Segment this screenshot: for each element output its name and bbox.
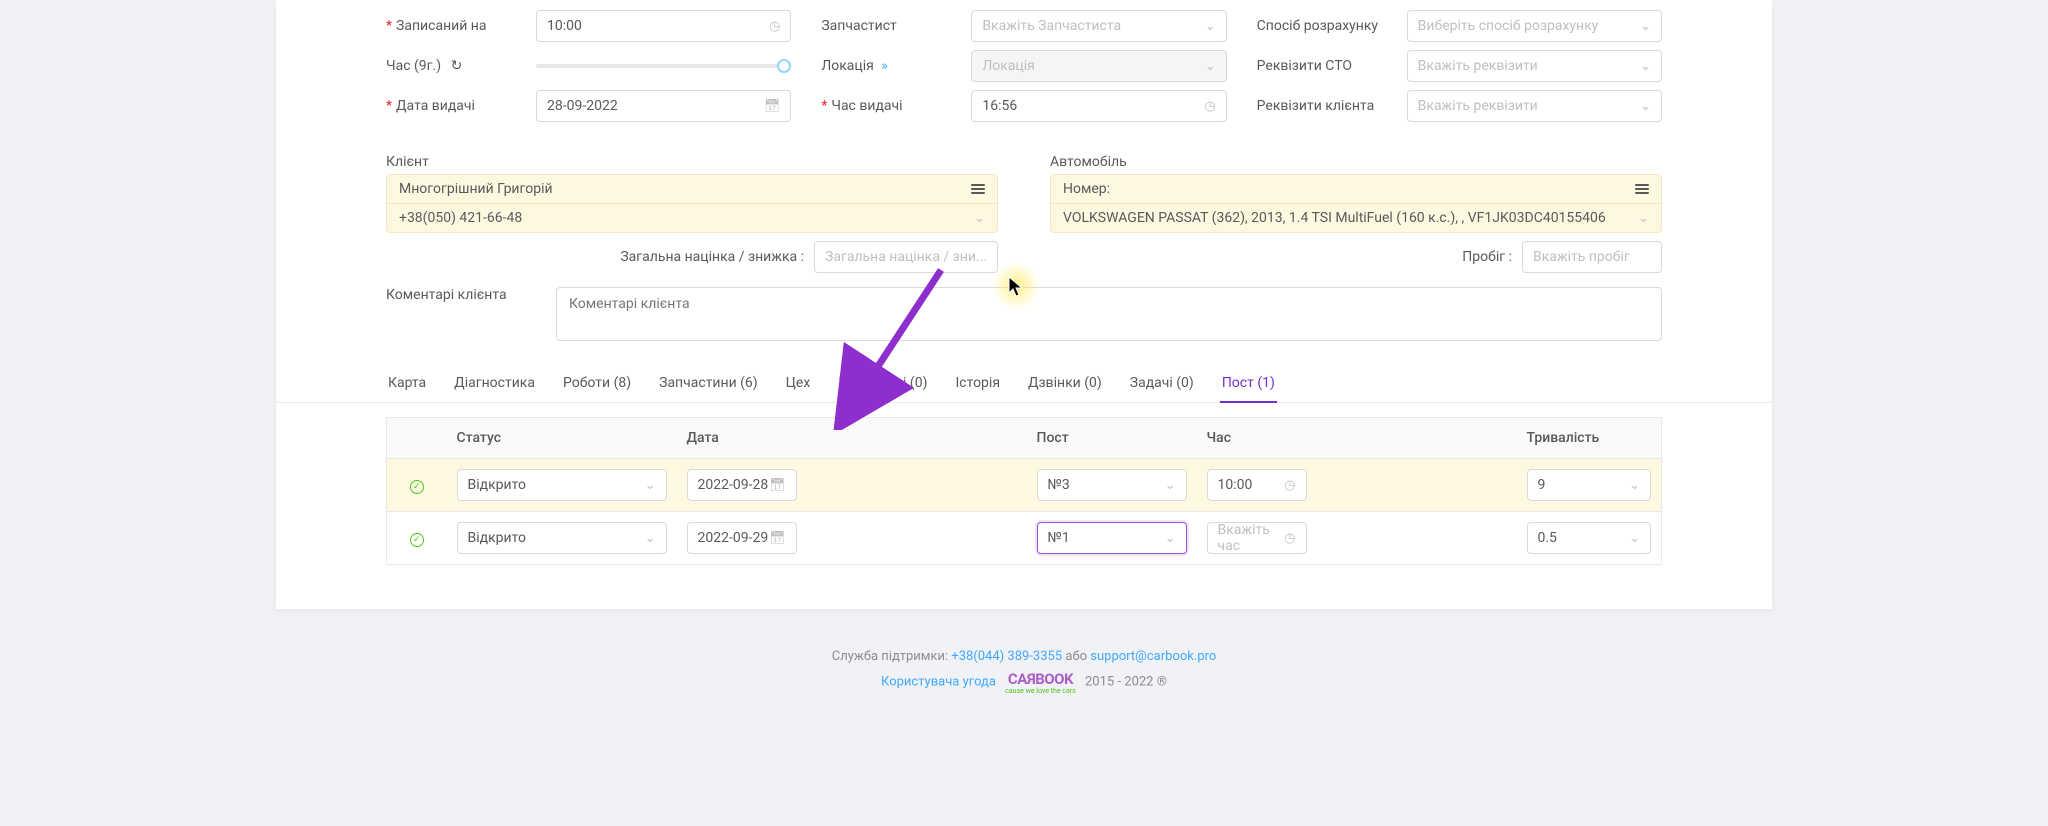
- chevron-down-icon: ⌄: [1640, 19, 1651, 34]
- check-icon[interactable]: ✓: [410, 480, 424, 494]
- chevron-down-icon: ⌄: [1640, 99, 1651, 114]
- sto-req-label: Реквізити СТО: [1257, 58, 1407, 74]
- menu-icon[interactable]: [1635, 184, 1649, 194]
- table-row: ✓ Відкрито ⌄ 2022-09-29 📅︎: [387, 512, 1662, 565]
- chevron-down-icon: ⌄: [1205, 59, 1216, 74]
- clock-icon: ◷: [769, 19, 780, 34]
- scheduled-label: *Записаний на: [386, 18, 536, 34]
- status-select[interactable]: Відкрито ⌄: [457, 469, 667, 501]
- tab-post[interactable]: Пост (1): [1220, 365, 1277, 403]
- chevron-down-icon: ⌄: [974, 211, 985, 226]
- date-input[interactable]: 2022-09-28 📅︎: [687, 469, 797, 501]
- date-input[interactable]: 2022-09-29 📅︎: [687, 522, 797, 554]
- time-slider[interactable]: [536, 64, 791, 68]
- chevron-down-icon: ⌄: [1638, 211, 1649, 226]
- slider-handle[interactable]: [777, 59, 791, 73]
- tab-history[interactable]: Історія: [953, 365, 1002, 402]
- chevron-down-icon: ⌄: [1640, 59, 1651, 74]
- mileage-label: Пробіг :: [1462, 249, 1512, 265]
- agreement-link[interactable]: Користувача угода: [881, 674, 996, 689]
- clock-icon: ◷: [1284, 531, 1295, 546]
- registered-icon: ®: [1157, 674, 1167, 689]
- col-status: Статус: [447, 418, 677, 459]
- issue-time-input[interactable]: 16:56 ◷: [971, 90, 1226, 122]
- support-email-link[interactable]: support@carbook.pro: [1090, 649, 1216, 664]
- chevron-down-icon: ⌄: [1205, 19, 1216, 34]
- chevron-down-icon: ⌄: [1629, 478, 1640, 493]
- client-req-label: Реквізити клієнта: [1257, 98, 1407, 114]
- tab-karta[interactable]: Карта: [386, 365, 428, 402]
- client-phone[interactable]: +38(050) 421-66-48: [399, 210, 522, 226]
- comments-textarea[interactable]: [556, 287, 1662, 341]
- time-label: Час (9г.) ↻: [386, 58, 536, 74]
- calendar-icon: 📅︎: [764, 99, 781, 114]
- tab-diagnostics[interactable]: Діагностика: [452, 365, 537, 402]
- time-input[interactable]: 10:00 ◷: [1207, 469, 1307, 501]
- vehicle-section-label: Автомобіль: [1050, 154, 1662, 170]
- tab-works[interactable]: Роботи (8): [561, 365, 633, 402]
- support-phone-link[interactable]: +38(044) 389-3355: [951, 649, 1062, 664]
- chevron-down-icon: ⌄: [1165, 531, 1176, 546]
- comments-label: Коментарі клієнта: [386, 287, 536, 303]
- parts-label: Запчастист: [821, 18, 971, 34]
- issue-time-label: *Час видачі: [821, 98, 971, 114]
- parts-select[interactable]: Вкажіть Запчастиста ⌄: [971, 10, 1226, 42]
- brand-logo: CAЯBOOK: [1008, 670, 1073, 688]
- sto-req-select[interactable]: Вкажіть реквізити ⌄: [1407, 50, 1662, 82]
- chevron-down-icon: ⌄: [645, 531, 656, 546]
- issue-date-label: *Дата видачі: [386, 98, 536, 114]
- clock-icon: ◷: [1204, 99, 1215, 114]
- chevron-down-icon: ⌄: [645, 478, 656, 493]
- post-select[interactable]: №3 ⌄: [1037, 469, 1187, 501]
- check-icon[interactable]: ✓: [410, 533, 424, 547]
- location-label: Локація »: [821, 58, 971, 74]
- client-section-label: Клієнт: [386, 154, 998, 170]
- status-select[interactable]: Відкрито ⌄: [457, 522, 667, 554]
- chevron-down-icon: ⌄: [1629, 531, 1640, 546]
- client-name[interactable]: Многогрішний Григорій: [399, 181, 553, 197]
- calendar-icon: 📅︎: [769, 478, 786, 493]
- calendar-icon: 📅︎: [769, 531, 786, 546]
- tab-parts[interactable]: Запчастини (6): [657, 365, 760, 402]
- post-table: Статус Дата Пост Час Тривалість ✓ Відкри…: [386, 417, 1662, 565]
- payment-select[interactable]: Виберіть спосіб розрахунку ⌄: [1407, 10, 1662, 42]
- duration-select[interactable]: 9 ⌄: [1527, 469, 1652, 501]
- arrow-annotation: [826, 260, 956, 430]
- tab-calls[interactable]: Дзвінки (0): [1026, 365, 1104, 402]
- page-footer: Служба підтримки: +38(044) 389-3355 або …: [0, 609, 2048, 714]
- clock-icon: ◷: [1284, 478, 1295, 493]
- time-input[interactable]: Вкажіть час ◷: [1207, 522, 1307, 554]
- markup-label: Загальна націнка / знижка :: [620, 249, 804, 265]
- menu-icon[interactable]: [971, 184, 985, 194]
- tab-tasks[interactable]: Задачі (0): [1128, 365, 1196, 402]
- scheduled-input[interactable]: 10:00 ◷: [536, 10, 791, 42]
- duration-select[interactable]: 0.5 ⌄: [1527, 522, 1652, 554]
- table-row: ✓ Відкрито ⌄ 2022-09-28 📅︎: [387, 459, 1662, 512]
- issue-date-input[interactable]: 28-09-2022 📅︎: [536, 90, 791, 122]
- vehicle-desc[interactable]: VOLKSWAGEN PASSAT (362), 2013, 1.4 TSI M…: [1063, 210, 1606, 226]
- col-post: Пост: [1027, 418, 1197, 459]
- refresh-icon[interactable]: ↻: [451, 58, 463, 74]
- location-link-icon[interactable]: »: [881, 58, 888, 74]
- client-req-select[interactable]: Вкажіть реквізити ⌄: [1407, 90, 1662, 122]
- col-duration: Тривалість: [1517, 418, 1662, 459]
- vehicle-number-label: Номер:: [1063, 181, 1110, 197]
- location-select[interactable]: Локація ⌄: [971, 50, 1226, 82]
- mileage-input[interactable]: Вкажіть пробіг: [1522, 241, 1662, 273]
- col-time: Час: [1197, 418, 1517, 459]
- post-select[interactable]: №1 ⌄: [1037, 522, 1187, 554]
- payment-label: Спосіб розрахунку: [1257, 18, 1407, 34]
- tab-shop[interactable]: Цех: [784, 365, 813, 402]
- chevron-down-icon: ⌄: [1165, 478, 1176, 493]
